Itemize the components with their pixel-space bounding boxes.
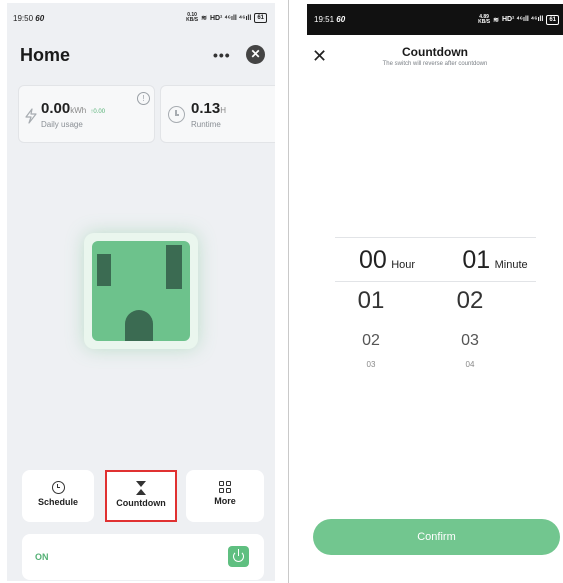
minute-picker-selected[interactable]: 01 Minute: [455, 246, 535, 275]
close-icon[interactable]: ✕: [246, 45, 265, 64]
runtime-card[interactable]: 0.13H Runtime: [160, 85, 275, 143]
socket-illustration[interactable]: [84, 233, 198, 349]
hour-picker-option[interactable]: 01: [331, 287, 411, 315]
status-indicators: 4.89 KB/S ≋ HD¹ ⁴⁶ıll ⁴⁶ıll 61: [478, 14, 559, 25]
more-button[interactable]: More: [186, 470, 264, 522]
status-indicators: 0.10 KB/S ≋ HD¹ ⁴⁶ıll ⁴⁶ıll 61: [186, 13, 267, 23]
hour-picker-option[interactable]: 02: [331, 332, 411, 350]
hourglass-icon: [135, 481, 147, 495]
countdown-screen: 19:51 60 4.89 KB/S ≋ HD¹ ⁴⁶ıll ⁴⁶ıll 61 …: [307, 4, 563, 583]
more-label: More: [214, 496, 236, 506]
status-bar: 19:50 60 0.10 KB/S ≋ HD¹ ⁴⁶ıll ⁴⁶ıll 61: [7, 3, 275, 33]
status-bar: 19:51 60 4.89 KB/S ≋ HD¹ ⁴⁶ıll ⁴⁶ıll 61: [307, 4, 563, 35]
confirm-button[interactable]: Confirm: [313, 519, 560, 555]
schedule-button[interactable]: Schedule: [22, 470, 94, 522]
screen-divider: [288, 0, 289, 583]
power-state-label: ON: [35, 552, 49, 562]
minute-picker-option[interactable]: 03: [430, 332, 510, 350]
more-options-icon[interactable]: •••: [213, 47, 231, 63]
hour-unit-label: Hour: [391, 259, 416, 271]
daily-usage-label: Daily usage: [41, 120, 83, 129]
status-time: 19:50 60: [13, 13, 45, 23]
daily-usage-value: 0.00kWh ↑0.00: [41, 100, 106, 117]
battery-icon: 61: [254, 13, 267, 23]
hour-picker-selected[interactable]: 00 Hour: [347, 246, 427, 275]
grid-icon: [219, 481, 231, 493]
minute-unit-label: Minute: [494, 259, 528, 271]
power-bar: ON: [22, 534, 264, 580]
wifi-icon: ≋: [493, 16, 499, 24]
minute-picker-option[interactable]: 02: [430, 287, 510, 315]
status-time: 19:51 60: [314, 15, 346, 24]
countdown-button[interactable]: Countdown: [105, 470, 177, 522]
wifi-icon: ≋: [201, 15, 207, 22]
runtime-value: 0.13H: [191, 100, 226, 117]
power-icon[interactable]: [228, 546, 249, 567]
usage-trend: ↑0.00: [90, 109, 106, 115]
socket-ground-hole: [125, 310, 153, 341]
lightning-icon: [25, 108, 37, 124]
clock-icon: [168, 106, 185, 123]
runtime-label: Runtime: [191, 120, 221, 129]
screenshot-stage: 19:50 60 0.10 KB/S ≋ HD¹ ⁴⁶ıll ⁴⁶ıll 61 …: [0, 0, 563, 583]
minute-picker-option[interactable]: 04: [430, 360, 510, 369]
socket-face: [92, 241, 190, 341]
info-icon[interactable]: !: [137, 92, 150, 105]
schedule-clock-icon: [51, 481, 65, 494]
network-signal: HD¹ ⁴⁶ıll ⁴⁶ıll: [501, 16, 544, 23]
countdown-label: Countdown: [116, 498, 166, 508]
hour-picker-option[interactable]: 03: [331, 360, 411, 369]
page-title: Home: [20, 45, 71, 65]
picker-selection-top-line: [335, 237, 536, 238]
page-title: Countdown: [402, 45, 468, 59]
battery-icon: 61: [546, 14, 559, 25]
socket-slot-left: [97, 254, 111, 286]
network-signal: HD¹ ⁴⁶ıll ⁴⁶ıll: [209, 14, 252, 22]
page-subtitle: The switch will reverse after countdown: [382, 61, 488, 67]
schedule-label: Schedule: [37, 497, 78, 507]
daily-usage-card[interactable]: 0.00kWh ↑0.00 Daily usage !: [18, 85, 155, 143]
socket-slot-right: [166, 245, 182, 289]
picker-selection-bottom-line: [335, 281, 536, 282]
home-screen: 19:50 60 0.10 KB/S ≋ HD¹ ⁴⁶ıll ⁴⁶ıll 61 …: [7, 3, 275, 581]
